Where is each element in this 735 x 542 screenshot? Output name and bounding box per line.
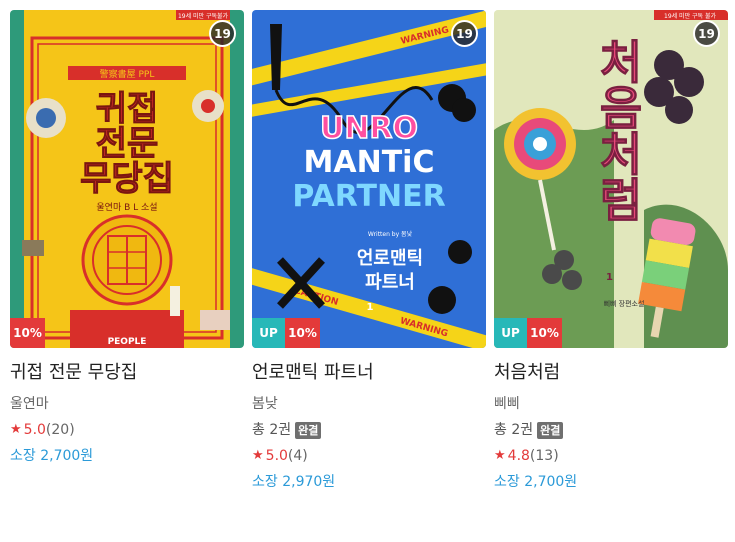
volume-count: 총 2권 bbox=[494, 422, 534, 438]
volume-info: 총 2권 완결 bbox=[494, 420, 728, 440]
book-author[interactable]: 삐삐 bbox=[494, 394, 728, 414]
book-title[interactable]: 처음처럼 bbox=[494, 361, 728, 385]
rating-score: 5.0 bbox=[265, 448, 288, 464]
book-cover[interactable]: 19세 미만 구독불가 警察書屋 PPL 귀접 전문 무당집 울연마 B L 소… bbox=[10, 10, 244, 348]
badge-group: UP 10% bbox=[494, 318, 562, 348]
svg-text:언로맨틱: 언로맨틱 bbox=[357, 248, 423, 269]
volume-info: 총 2권 완결 bbox=[252, 420, 486, 440]
ornate-door-cover-art: 19세 미만 구독불가 警察書屋 PPL 귀접 전문 무당집 울연마 B L 소… bbox=[10, 10, 244, 348]
book-rating: ★ 4.8 (13) bbox=[494, 446, 728, 466]
book-author[interactable]: 울연마 bbox=[10, 394, 244, 414]
book-card[interactable]: 19세 미만 구독 불가 처음처럼 1 삐삐 장편소설 19 UP 10% 처음… bbox=[494, 10, 728, 492]
svg-text:귀접: 귀접 bbox=[96, 89, 159, 129]
badge-group: 10% bbox=[10, 318, 45, 348]
book-card[interactable]: WARNING CAUTION WARNING UNRO MANTiC PART… bbox=[252, 10, 486, 492]
svg-text:19세 미만 구독불가: 19세 미만 구독불가 bbox=[178, 12, 229, 20]
svg-text:파트너: 파트너 bbox=[365, 272, 415, 293]
star-icon: ★ bbox=[494, 448, 506, 463]
rating-count: (4) bbox=[287, 448, 308, 464]
update-badge: UP bbox=[252, 318, 285, 348]
svg-text:1: 1 bbox=[606, 272, 613, 283]
book-price: 소장 2,970원 bbox=[252, 474, 336, 490]
rating-count: (13) bbox=[529, 448, 559, 464]
svg-text:처음처럼: 처음처럼 bbox=[591, 38, 645, 222]
svg-text:MANTiC: MANTiC bbox=[304, 145, 435, 180]
update-badge: UP bbox=[494, 318, 527, 348]
discount-badge: 10% bbox=[527, 318, 562, 348]
completed-badge: 완결 bbox=[537, 421, 564, 439]
volume-count: 총 2권 bbox=[252, 422, 292, 438]
book-cover[interactable]: 19세 미만 구독 불가 처음처럼 1 삐삐 장편소설 19 UP 10% bbox=[494, 10, 728, 348]
book-title[interactable]: 귀접 전문 무당집 bbox=[10, 361, 244, 385]
age-restriction-badge: 19 bbox=[209, 20, 236, 47]
svg-text:삐삐 장편소설: 삐삐 장편소설 bbox=[604, 299, 645, 308]
svg-text:UNRO: UNRO bbox=[320, 111, 418, 146]
svg-text:전문: 전문 bbox=[96, 124, 159, 164]
svg-text:1: 1 bbox=[367, 302, 374, 313]
rating-score: 4.8 bbox=[507, 448, 530, 464]
svg-text:PARTNER: PARTNER bbox=[292, 179, 445, 214]
book-card[interactable]: 19세 미만 구독불가 警察書屋 PPL 귀접 전문 무당집 울연마 B L 소… bbox=[10, 10, 244, 466]
discount-badge: 10% bbox=[285, 318, 320, 348]
lollipop-grapes-cover-art: 19세 미만 구독 불가 처음처럼 1 삐삐 장편소설 bbox=[494, 10, 728, 348]
age-restriction-badge: 19 bbox=[693, 20, 720, 47]
book-author[interactable]: 봄낮 bbox=[252, 394, 486, 414]
whip-handcuffs-cover-art: WARNING CAUTION WARNING UNRO MANTiC PART… bbox=[252, 10, 486, 348]
badge-group: UP 10% bbox=[252, 318, 320, 348]
rating-count: (20) bbox=[45, 422, 75, 438]
book-rating: ★ 5.0 (20) bbox=[10, 420, 244, 440]
discount-badge: 10% bbox=[10, 318, 45, 348]
svg-text:무당집: 무당집 bbox=[80, 159, 174, 199]
star-icon: ★ bbox=[252, 448, 264, 463]
book-grid: 19세 미만 구독불가 警察書屋 PPL 귀접 전문 무당집 울연마 B L 소… bbox=[0, 0, 735, 542]
book-title[interactable]: 언로맨틱 파트너 bbox=[252, 361, 486, 385]
book-price: 소장 2,700원 bbox=[10, 448, 94, 464]
star-icon: ★ bbox=[10, 422, 22, 437]
rating-score: 5.0 bbox=[23, 422, 46, 438]
book-price: 소장 2,700원 bbox=[494, 474, 578, 490]
age-restriction-badge: 19 bbox=[451, 20, 478, 47]
completed-badge: 완결 bbox=[295, 421, 322, 439]
svg-text:警察書屋 PPL: 警察書屋 PPL bbox=[100, 68, 155, 80]
svg-text:Written by 봄낮: Written by 봄낮 bbox=[368, 230, 413, 238]
svg-text:19세 미만 구독 불가: 19세 미만 구독 불가 bbox=[664, 12, 716, 20]
svg-text:울연마 B L 소설: 울연마 B L 소설 bbox=[96, 202, 157, 213]
svg-text:PEOPLE: PEOPLE bbox=[108, 337, 147, 347]
book-cover[interactable]: WARNING CAUTION WARNING UNRO MANTiC PART… bbox=[252, 10, 486, 348]
book-rating: ★ 5.0 (4) bbox=[252, 446, 486, 466]
